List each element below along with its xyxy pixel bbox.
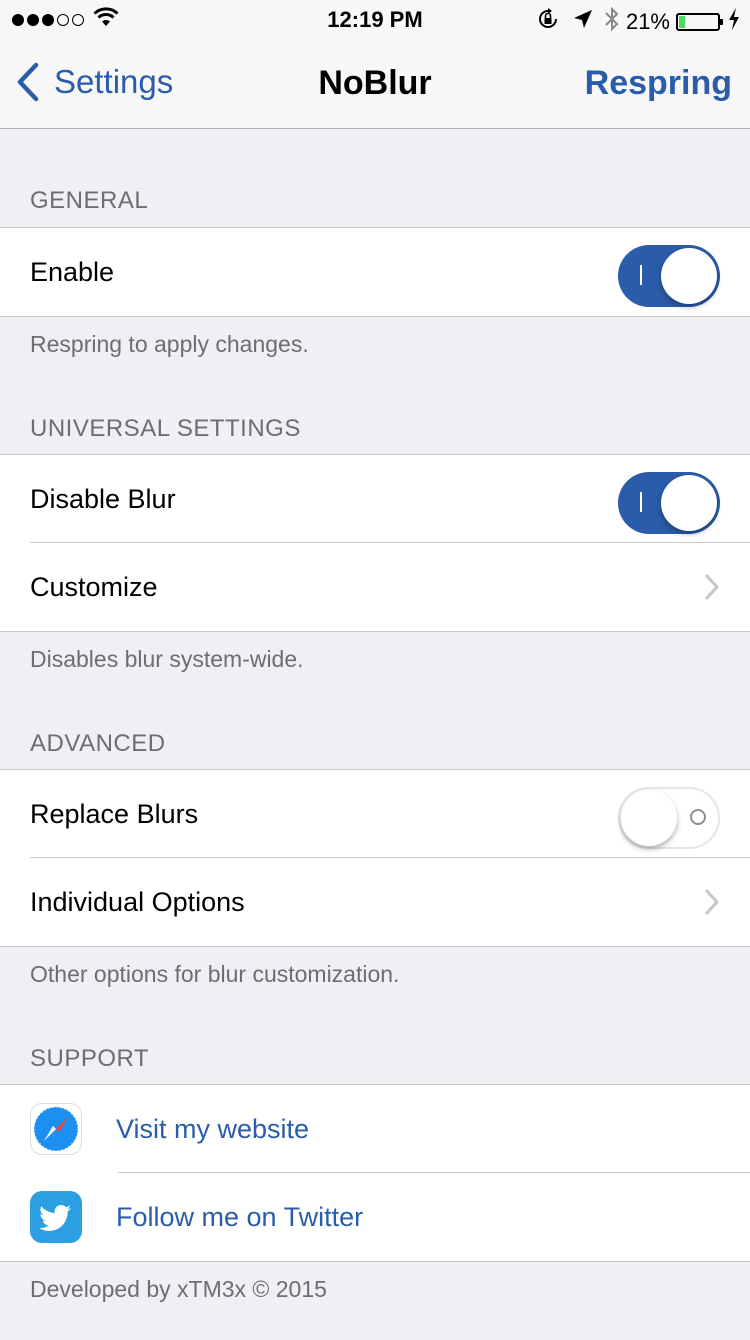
disable-blur-label: Disable Blur xyxy=(30,483,176,514)
individual-options-label: Individual Options xyxy=(30,886,245,917)
group-advanced: Replace Blurs Individual Options xyxy=(0,770,750,947)
battery-percent: 21% xyxy=(625,9,670,34)
toggle-on-mark xyxy=(640,265,642,285)
toggle-on-mark xyxy=(640,492,642,512)
follow-twitter-link: Follow me on Twitter xyxy=(116,1201,364,1232)
safari-icon xyxy=(30,1103,82,1155)
chevron-right-icon xyxy=(704,573,720,601)
status-right: 21% xyxy=(536,6,740,38)
section-header-universal: UNIVERSAL SETTINGS xyxy=(0,395,750,455)
toggle-knob xyxy=(661,475,717,531)
section-header-advanced: ADVANCED xyxy=(0,710,750,770)
toggle-knob xyxy=(621,790,677,846)
chevron-right-icon xyxy=(704,888,720,916)
row-enable: Enable xyxy=(0,228,750,316)
navigation-bar: Settings NoBlur Respring xyxy=(0,40,750,129)
customize-label: Customize xyxy=(30,571,158,602)
row-individual-options[interactable]: Individual Options xyxy=(0,857,750,946)
row-visit-website[interactable]: Visit my website xyxy=(0,1085,750,1173)
visit-website-link: Visit my website xyxy=(116,1113,310,1144)
row-disable-blur: Disable Blur xyxy=(0,455,750,543)
charging-bolt-icon xyxy=(728,8,740,36)
settings-list: GENERAL Enable Respring to apply changes… xyxy=(0,129,750,1340)
toggle-knob xyxy=(661,248,717,304)
group-universal: Disable Blur Customize xyxy=(0,455,750,632)
row-customize[interactable]: Customize xyxy=(0,542,750,631)
bluetooth-icon xyxy=(604,6,620,38)
location-arrow-icon xyxy=(572,8,594,36)
section-header-support: SUPPORT xyxy=(0,1025,750,1085)
general-footer: Respring to apply changes. xyxy=(30,331,309,357)
universal-footer: Disables blur system-wide. xyxy=(30,646,304,672)
rotation-lock-icon xyxy=(536,7,560,37)
replace-blurs-toggle[interactable] xyxy=(618,787,720,849)
enable-toggle[interactable] xyxy=(618,245,720,307)
battery-icon xyxy=(676,13,723,31)
status-bar: 12:19 PM 21% xyxy=(0,0,750,40)
row-follow-twitter[interactable]: Follow me on Twitter xyxy=(0,1172,750,1261)
enable-label: Enable xyxy=(30,256,115,287)
group-general: Enable xyxy=(0,228,750,317)
developer-credit: Developed by xTM3x © 2015 xyxy=(30,1276,327,1302)
section-header-general: GENERAL xyxy=(0,129,750,228)
row-replace-blurs: Replace Blurs xyxy=(0,770,750,858)
toggle-off-mark xyxy=(690,809,706,825)
replace-blurs-label: Replace Blurs xyxy=(30,798,199,829)
respring-button[interactable]: Respring xyxy=(585,64,732,103)
disable-blur-toggle[interactable] xyxy=(618,472,720,534)
group-support: Visit my website Follow me on Twitter xyxy=(0,1085,750,1262)
twitter-icon xyxy=(30,1191,82,1243)
advanced-footer: Other options for blur customization. xyxy=(30,961,400,987)
battery-level xyxy=(679,16,686,28)
